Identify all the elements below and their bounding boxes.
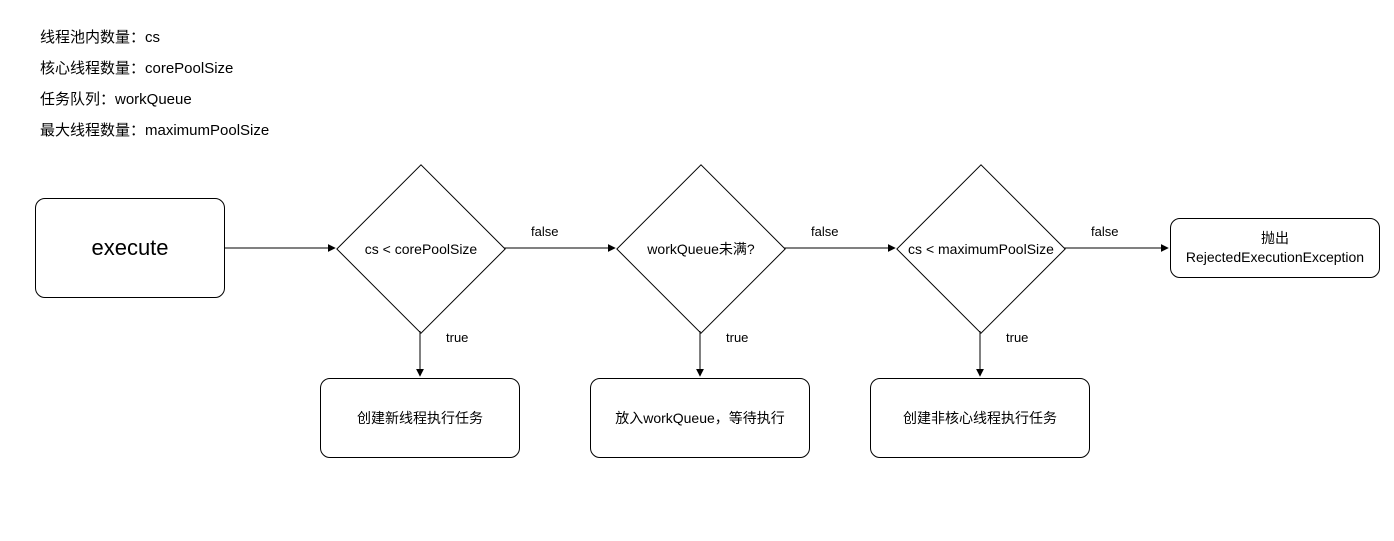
node-cond-queue: workQueue未满?	[616, 164, 786, 334]
legend-line-core: 核心线程数量：corePoolSize	[40, 61, 269, 76]
node-act-enqueue: 放入workQueue，等待执行	[590, 378, 810, 458]
node-end-line1: 抛出	[1186, 229, 1364, 248]
node-act-create-thread-label: 创建新线程执行任务	[357, 409, 483, 428]
legend-line-max: 最大线程数量：maximumPoolSize	[40, 123, 269, 138]
node-end-line2: RejectedExecutionException	[1186, 248, 1364, 267]
node-cond-core: cs < corePoolSize	[336, 164, 506, 334]
node-cond-queue-label: workQueue未满?	[647, 239, 754, 259]
edge-label-cond3-true: true	[1005, 330, 1029, 345]
node-act-create-noncore: 创建非核心线程执行任务	[870, 378, 1090, 458]
node-act-create-noncore-label: 创建非核心线程执行任务	[903, 409, 1057, 428]
legend-line-queue: 任务队列：workQueue	[40, 92, 269, 107]
node-end-rejected: 抛出 RejectedExecutionException	[1170, 218, 1380, 278]
node-cond-max: cs < maximumPoolSize	[896, 164, 1066, 334]
legend: 线程池内数量：cs 核心线程数量：corePoolSize 任务队列：workQ…	[40, 30, 269, 154]
edge-label-cond3-false: false	[1090, 224, 1119, 239]
node-start-execute: execute	[35, 198, 225, 298]
edge-label-cond1-false: false	[530, 224, 559, 239]
edge-label-cond2-false: false	[810, 224, 839, 239]
edge-label-cond2-true: true	[725, 330, 749, 345]
node-act-enqueue-label: 放入workQueue，等待执行	[615, 409, 785, 428]
legend-line-cs: 线程池内数量：cs	[40, 30, 269, 45]
node-cond-max-label: cs < maximumPoolSize	[908, 241, 1054, 257]
diagram-canvas: 线程池内数量：cs 核心线程数量：corePoolSize 任务队列：workQ…	[0, 0, 1394, 541]
node-start-label: execute	[91, 233, 168, 263]
edge-label-cond1-true: true	[445, 330, 469, 345]
node-act-create-thread: 创建新线程执行任务	[320, 378, 520, 458]
node-cond-core-label: cs < corePoolSize	[365, 241, 477, 257]
